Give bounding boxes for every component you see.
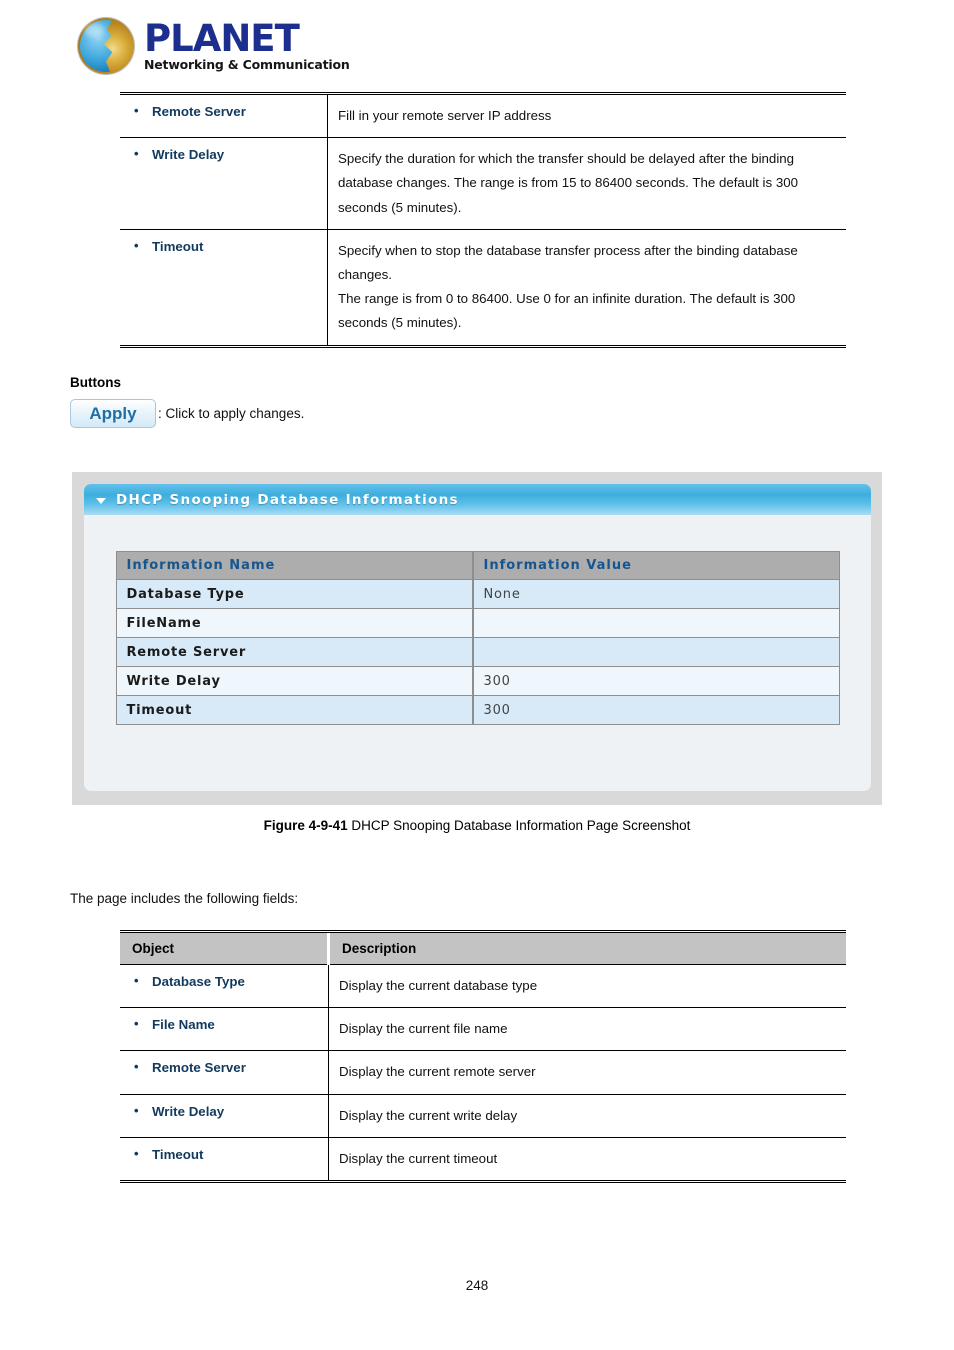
description-cell: Display the current write delay	[328, 1094, 846, 1138]
object-label: Database Type	[132, 973, 328, 989]
info-name-cell: Timeout	[115, 696, 473, 725]
table-header-row: Object Description	[120, 931, 846, 965]
apply-button[interactable]: Apply	[70, 399, 156, 428]
table-row: Timeout 300	[115, 696, 840, 725]
dhcp-snooping-database-info-table: Information Name Information Value Datab…	[115, 551, 840, 725]
object-label: File Name	[132, 1016, 328, 1032]
column-header-information-value: Information Value	[472, 551, 840, 580]
planet-logo: PLANET Networking & Communication	[78, 18, 350, 74]
table-row: Remote Server Fill in your remote server…	[120, 93, 846, 139]
object-cell: Write Delay	[120, 137, 328, 230]
apply-button-row: Apply : Click to apply changes.	[70, 399, 304, 428]
brand-name: PLANET	[144, 17, 300, 61]
figure-screenshot-frame: DHCP Snooping Database Informations Info…	[72, 472, 882, 805]
column-header-information-name: Information Name	[115, 551, 473, 580]
object-cell: Remote Server	[120, 93, 328, 139]
table-row: Write Delay 300	[115, 667, 840, 696]
info-value-cell	[472, 638, 840, 667]
table-row: Timeout Display the current timeout	[120, 1137, 846, 1183]
table-row: Remote Server Display the current remote…	[120, 1050, 846, 1095]
object-cell: Timeout	[120, 1137, 329, 1183]
object-label: Write Delay	[132, 1103, 328, 1119]
info-name-cell: FileName	[115, 609, 473, 638]
figure-caption-label: Figure 4-9-41	[263, 818, 348, 833]
description-cell: Display the current file name	[328, 1007, 846, 1052]
column-header-description: Description	[328, 931, 846, 965]
info-value-cell: 300	[472, 667, 840, 696]
description-cell: Fill in your remote server IP address	[327, 93, 846, 139]
table-row: Database Type None	[115, 580, 840, 609]
description-cell: Specify when to stop the database transf…	[327, 229, 846, 348]
description-cell: Specify the duration for which the trans…	[327, 137, 846, 230]
object-label: Remote Server	[132, 1059, 328, 1075]
table-row: Timeout Specify when to stop the databas…	[120, 229, 846, 348]
panel-header[interactable]: DHCP Snooping Database Informations	[84, 484, 871, 515]
description-cell: Display the current timeout	[328, 1137, 846, 1183]
info-value-cell	[472, 609, 840, 638]
triangle-down-icon[interactable]	[96, 497, 106, 504]
table-row: Database Type Display the current databa…	[120, 964, 846, 1009]
figure-caption: Figure 4-9-41 DHCP Snooping Database Inf…	[0, 818, 954, 833]
column-header-object: Object	[120, 931, 330, 965]
object-label: Timeout	[132, 238, 327, 254]
table-row: File Name Display the current file name	[120, 1007, 846, 1052]
info-value-cell: 300	[472, 696, 840, 725]
intro-line: The page includes the following fields:	[70, 891, 299, 906]
brand-tagline: Networking & Communication	[144, 57, 350, 73]
buttons-heading: Buttons	[70, 375, 121, 390]
logo-text: PLANET Networking & Communication	[144, 20, 350, 72]
info-name-cell: Database Type	[115, 580, 473, 609]
info-name-cell: Write Delay	[115, 667, 473, 696]
description-cell: Display the current remote server	[328, 1050, 846, 1095]
parameter-description-table-top: Remote Server Fill in your remote server…	[120, 92, 846, 348]
panel-title: DHCP Snooping Database Informations	[116, 491, 459, 508]
object-description-table-bottom: Object Description Database Type Display…	[120, 930, 846, 1183]
page-number: 248	[465, 1278, 489, 1293]
description-cell: Display the current database type	[328, 964, 846, 1009]
object-cell: Write Delay	[120, 1094, 329, 1138]
object-cell: File Name	[120, 1007, 329, 1052]
object-label: Timeout	[132, 1146, 328, 1162]
table-row: FileName	[115, 609, 840, 638]
table-row: Remote Server	[115, 638, 840, 667]
table-row: Write Delay Display the current write de…	[120, 1094, 846, 1138]
object-cell: Remote Server	[120, 1050, 329, 1095]
apply-button-caption: : Click to apply changes.	[158, 406, 305, 421]
object-label: Remote Server	[132, 103, 327, 119]
figure-caption-text: DHCP Snooping Database Information Page …	[347, 818, 691, 833]
object-cell: Database Type	[120, 964, 329, 1009]
ui-panel: DHCP Snooping Database Informations Info…	[84, 484, 871, 791]
info-value-cell: None	[472, 580, 840, 609]
globe-icon	[78, 18, 134, 74]
info-name-cell: Remote Server	[115, 638, 473, 667]
object-label: Write Delay	[132, 146, 327, 162]
object-cell: Timeout	[120, 229, 328, 348]
table-header-row: Information Name Information Value	[115, 551, 840, 580]
table-row: Write Delay Specify the duration for whi…	[120, 137, 846, 230]
